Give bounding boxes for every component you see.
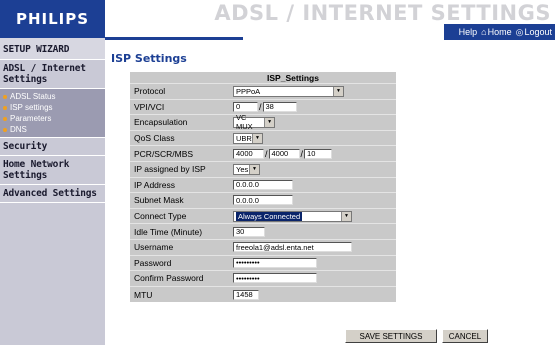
protocol-select[interactable]: PPPoA ▼: [233, 85, 344, 97]
sidebar-subitem-dns[interactable]: DNS: [0, 124, 105, 135]
subnet-label: Subnet Mask: [134, 195, 184, 206]
ip-address-input[interactable]: 0.0.0.0: [233, 179, 293, 190]
ip-assigned-label: IP assigned by ISP: [134, 164, 206, 175]
philips-logo: PHILIPS: [0, 0, 105, 38]
protocol-label: Protocol: [134, 86, 166, 97]
confirm-password-input[interactable]: •••••••••: [233, 273, 317, 284]
encapsulation-value: VC MUX: [236, 113, 253, 132]
logout-link[interactable]: ◎ Logout: [516, 27, 552, 38]
bullet-icon: [3, 127, 7, 132]
qos-value: UBR: [236, 133, 252, 143]
vpi-vci-label: VPI/VCI: [134, 101, 165, 112]
cancel-button[interactable]: CANCEL: [442, 329, 488, 343]
sidebar-subitem-label: DNS: [10, 125, 27, 134]
sidebar-item-adsl-internet[interactable]: ADSL / Internet Settings: [0, 60, 105, 89]
connect-type-label: Connect Type: [134, 211, 187, 222]
sidebar-subitem-isp-settings[interactable]: ISP settings: [0, 102, 105, 113]
qos-select[interactable]: UBR ▼: [233, 132, 263, 144]
home-link[interactable]: ⌂ Home: [481, 27, 511, 37]
protocol-row: Protocol PPPoA ▼: [130, 84, 396, 100]
header-divider: [105, 37, 243, 40]
mtu-input[interactable]: 1458: [233, 289, 259, 300]
confirm-password-label: Confirm Password: [134, 273, 204, 284]
username-label: Username: [134, 242, 174, 253]
home-link-label: Home: [487, 27, 512, 37]
sidebar-item-security[interactable]: Security: [0, 138, 105, 156]
mtu-label: MTU: [134, 289, 153, 300]
sidebar-subitem-label: Parameters: [10, 114, 52, 123]
ip-assigned-select[interactable]: Yes ▼: [233, 163, 260, 175]
encapsulation-row: Encapsulation VC MUX ▼: [130, 113, 396, 131]
idle-time-label: Idle Time (Minute): [134, 226, 203, 237]
password-input[interactable]: •••••••••: [233, 257, 317, 268]
sidebar-subitem-label: ISP settings: [10, 103, 53, 112]
bullet-icon: [3, 94, 7, 99]
sidebar-subitem-parameters[interactable]: Parameters: [0, 113, 105, 124]
ip-assigned-row: IP assigned by ISP Yes ▼: [130, 162, 396, 178]
sidebar-item-setup-wizard[interactable]: SETUP WIZARD: [0, 38, 105, 60]
password-label: Password: [134, 257, 172, 268]
ip-assigned-value: Yes: [236, 164, 249, 174]
vpi-input[interactable]: 0: [233, 101, 258, 112]
sidebar-item-advanced-settings[interactable]: Advanced Settings: [0, 185, 105, 203]
subnet-input[interactable]: 0.0.0.0: [233, 195, 293, 206]
page-header-title: ADSL / INTERNET SETTINGS: [214, 1, 551, 25]
help-link[interactable]: Help: [459, 27, 478, 37]
ip-address-row: IP Address 0.0.0.0: [130, 178, 396, 194]
scr-input[interactable]: 4000: [268, 148, 300, 159]
form-header: ISP_Settings: [130, 72, 396, 84]
dropdown-arrow-icon: ▼: [341, 211, 351, 221]
sidebar-submenu: ADSL Status ISP settings Parameters DNS: [0, 89, 105, 138]
power-icon: ◎: [515, 26, 524, 37]
username-input[interactable]: freeola1@adsl.enta.net: [233, 242, 352, 253]
home-icon: ⌂: [481, 27, 487, 37]
bullet-icon: [3, 105, 7, 110]
password-row: Password •••••••••: [130, 256, 396, 272]
connect-type-row: Connect Type Always Connected ▼: [130, 209, 396, 225]
confirm-password-row: Confirm Password •••••••••: [130, 271, 396, 287]
idle-time-row: Idle Time (Minute) 30: [130, 224, 396, 240]
connect-type-select[interactable]: Always Connected ▼: [233, 210, 352, 222]
sidebar-subitem-label: ADSL Status: [10, 92, 56, 101]
idle-time-input[interactable]: 30: [233, 226, 265, 237]
dropdown-arrow-icon: ▼: [249, 164, 259, 174]
pcr-input[interactable]: 4000: [233, 148, 264, 159]
isp-settings-form: ISP_Settings Protocol PPPoA ▼ VPI/VCI 0 /…: [130, 72, 396, 303]
connect-type-value: Always Connected: [236, 211, 303, 221]
subnet-row: Subnet Mask 0.0.0.0: [130, 193, 396, 209]
bullet-icon: [3, 116, 7, 121]
vci-input[interactable]: 38: [262, 101, 297, 112]
top-links-bar: Help ⌂ Home ◎ Logout: [444, 24, 555, 40]
dropdown-arrow-icon: ▼: [252, 133, 262, 143]
mbs-input[interactable]: 10: [304, 148, 333, 159]
dropdown-arrow-icon: ▼: [264, 117, 274, 127]
mtu-row: MTU 1458: [130, 287, 396, 303]
save-settings-button[interactable]: SAVE SETTINGS: [345, 329, 437, 343]
encapsulation-label: Encapsulation: [134, 117, 188, 128]
dropdown-arrow-icon: ▼: [333, 86, 343, 96]
username-row: Username freeola1@adsl.enta.net: [130, 240, 396, 256]
sidebar-item-home-network[interactable]: Home Network Settings: [0, 156, 105, 185]
ip-address-label: IP Address: [134, 179, 175, 190]
page-title: ISP Settings: [111, 52, 187, 65]
pcr-scr-mbs-row: PCR/SCR/MBS 4000 / 4000 / 10: [130, 146, 396, 162]
pcr-scr-mbs-label: PCR/SCR/MBS: [134, 148, 194, 159]
qos-row: QoS Class UBR ▼: [130, 131, 396, 147]
sidebar: SETUP WIZARD ADSL / Internet Settings AD…: [0, 38, 105, 345]
protocol-value: PPPoA: [236, 86, 261, 96]
sidebar-subitem-adsl-status[interactable]: ADSL Status: [0, 91, 105, 102]
qos-label: QoS Class: [134, 133, 175, 144]
encapsulation-select[interactable]: VC MUX ▼: [233, 113, 275, 131]
logout-link-label: Logout: [524, 27, 552, 37]
